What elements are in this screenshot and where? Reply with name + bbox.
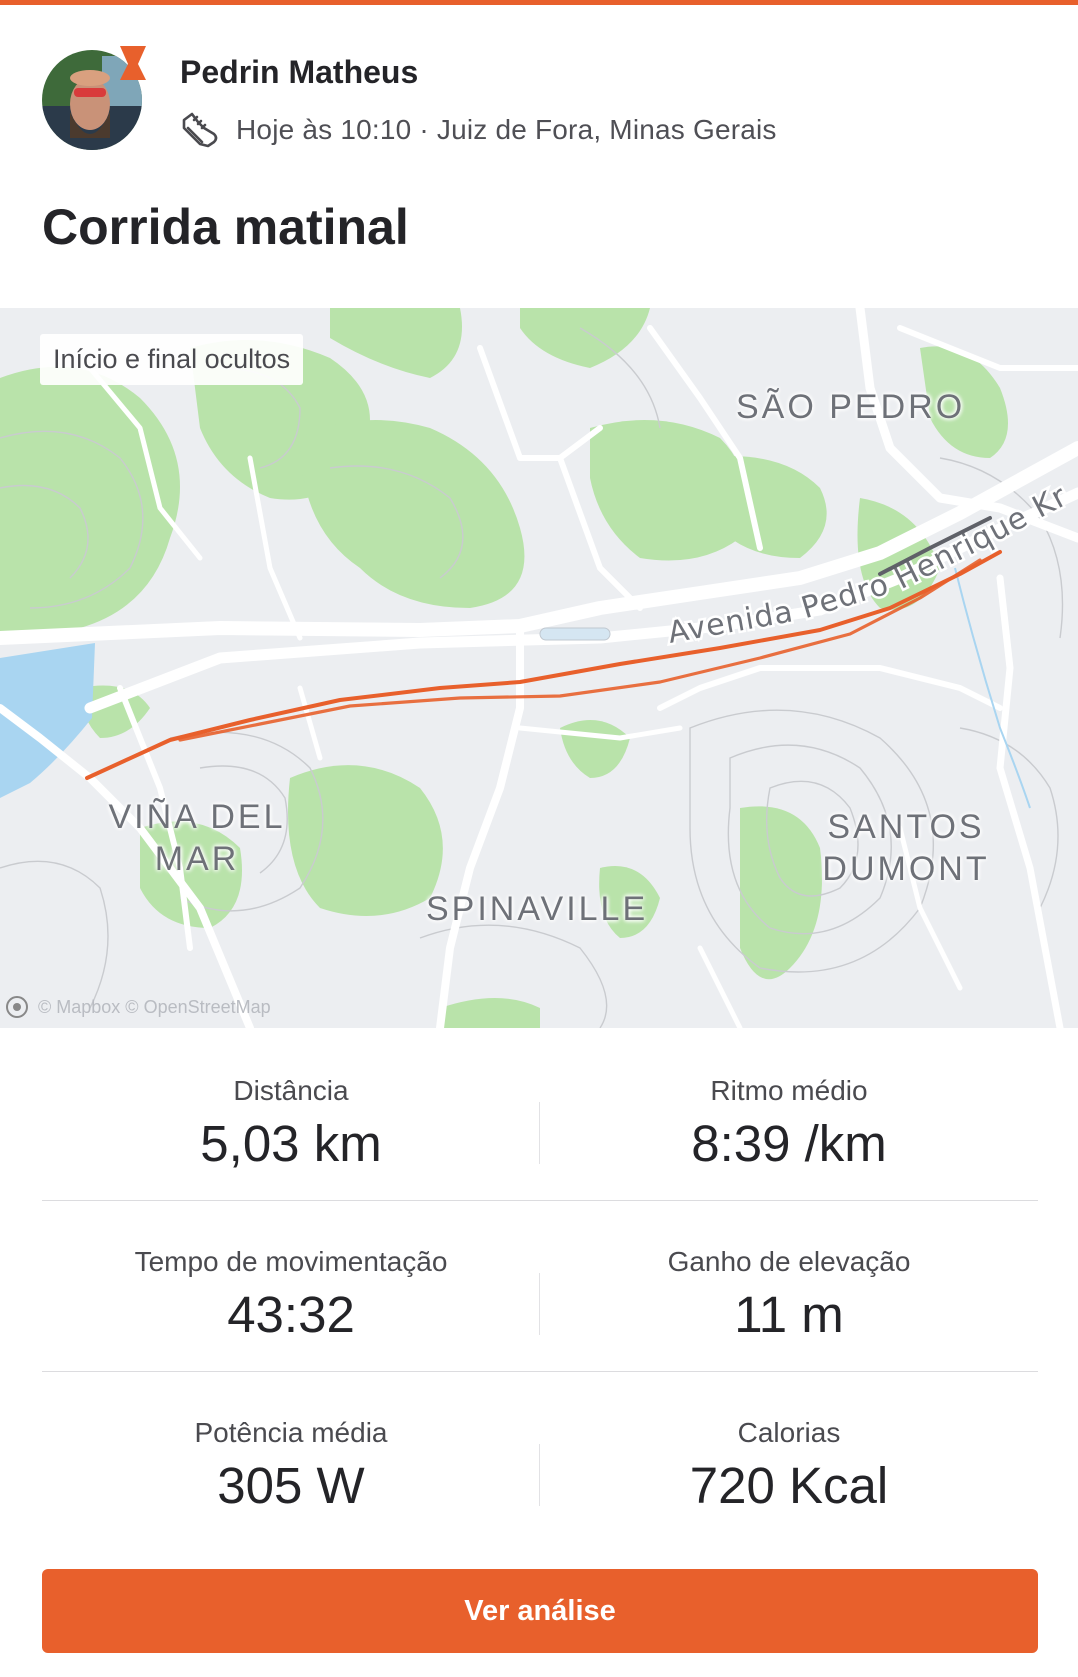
stat-pace: Ritmo médio 8:39 /km	[540, 1030, 1038, 1172]
stat-elevation-gain: Ganho de elevação 11 m	[540, 1201, 1038, 1343]
stats-row: Tempo de movimentação 43:32 Ganho de ele…	[42, 1201, 1038, 1372]
athlete-name[interactable]: Pedrin Matheus	[180, 54, 418, 91]
stat-moving-time: Tempo de movimentação 43:32	[42, 1201, 540, 1343]
stat-value: 5,03 km	[200, 1115, 382, 1172]
stat-average-power: Potência média 305 W	[42, 1372, 540, 1514]
stat-distance: Distância 5,03 km	[42, 1030, 540, 1172]
stat-calories: Calorias 720 Kcal	[540, 1372, 1038, 1514]
neighborhood-label-sao-pedro: SÃO PEDRO	[736, 388, 966, 426]
stat-label: Distância	[233, 1075, 349, 1106]
mapbox-logo-icon	[6, 996, 28, 1018]
top-accent-bar	[0, 0, 1078, 5]
activity-date-location: Hoje às 10:10 · Juiz de Fora, Minas Gera…	[236, 114, 777, 145]
stat-value: 11 m	[734, 1286, 844, 1343]
stat-label: Ganho de elevação	[667, 1246, 911, 1277]
neighborhood-label-line: VIÑA DEL	[108, 798, 286, 836]
activity-meta: Hoje às 10:10 · Juiz de Fora, Minas Gera…	[178, 108, 777, 152]
neighborhood-label-line: SANTOS	[827, 808, 985, 846]
athlete-avatar[interactable]	[42, 46, 146, 150]
neighborhood-label-spinaville: SPINAVILLE	[426, 890, 649, 928]
stat-label: Tempo de movimentação	[134, 1246, 448, 1277]
neighborhood-label-line: DUMONT	[822, 850, 990, 888]
stat-label: Ritmo médio	[710, 1075, 868, 1106]
activity-title[interactable]: Corrida matinal	[42, 198, 409, 256]
stat-value: 720 Kcal	[689, 1457, 889, 1514]
neighborhood-label-santos-dumont: SANTOS DUMONT	[820, 806, 992, 890]
stat-label: Potência média	[194, 1417, 388, 1448]
privacy-zone-tag: Início e final ocultos	[40, 334, 304, 385]
stats-row: Distância 5,03 km Ritmo médio 8:39 /km	[42, 1030, 1038, 1201]
neighborhood-label-vina-del-mar: VIÑA DEL MAR	[108, 796, 286, 880]
stats-row: Potência média 305 W Calorias 720 Kcal	[42, 1372, 1038, 1542]
view-analysis-button[interactable]: Ver análise	[42, 1569, 1038, 1653]
activity-stats: Distância 5,03 km Ritmo médio 8:39 /km T…	[42, 1030, 1038, 1542]
map-attribution[interactable]: © Mapbox © OpenStreetMap	[6, 996, 271, 1018]
stat-value: 305 W	[217, 1457, 365, 1514]
stat-label: Calorias	[737, 1417, 841, 1448]
neighborhood-label-line: MAR	[154, 840, 240, 878]
attribution-text: © Mapbox © OpenStreetMap	[38, 996, 271, 1017]
running-shoe-icon	[178, 108, 222, 152]
stat-value: 8:39 /km	[691, 1115, 887, 1172]
stat-value: 43:32	[227, 1286, 355, 1343]
route-map[interactable]: Avenida Pedro Henrique Kramer Início e f…	[0, 308, 1078, 1028]
